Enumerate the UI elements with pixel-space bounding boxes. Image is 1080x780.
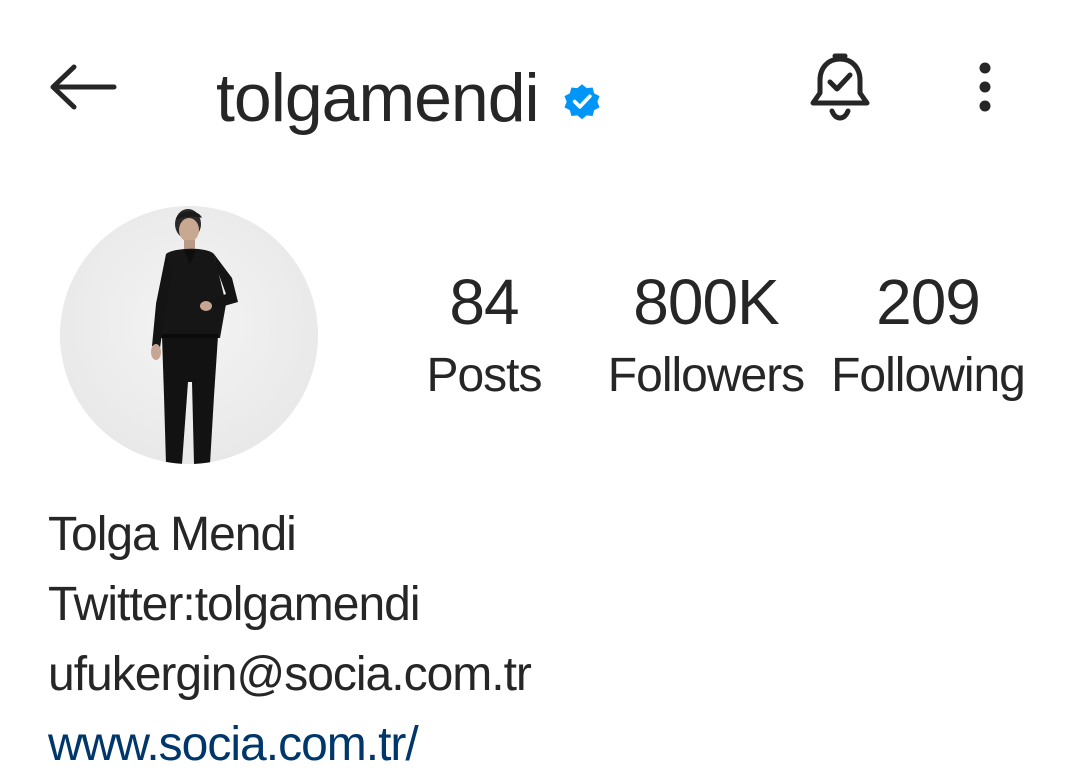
username-heading: tolgamendi — [216, 50, 603, 146]
following-count: 209 — [876, 266, 981, 338]
stat-followers[interactable]: 800K Followers — [600, 262, 812, 412]
profile-avatar[interactable] — [60, 206, 318, 464]
more-vertical-icon — [979, 62, 991, 112]
posts-label: Posts — [426, 349, 542, 402]
bio-email: ufukergin@socia.com.tr — [48, 648, 532, 701]
bio-full-name: Tolga Mendi — [48, 508, 297, 561]
profile-stats: 84 Posts 800K Followers 209 Following — [400, 262, 1060, 412]
bell-check-icon — [810, 53, 870, 121]
profile-photo — [151, 209, 238, 464]
stat-following[interactable]: 209 Following — [824, 262, 1032, 412]
arrow-left-icon — [50, 64, 117, 110]
profile-bio: Tolga Mendi Twitter:tolgamendi ufukergin… — [48, 500, 1048, 780]
verified-badge-icon — [564, 84, 600, 120]
username: tolgamendi — [216, 60, 540, 136]
more-options-button[interactable] — [960, 52, 1010, 122]
followers-label: Followers — [607, 349, 805, 402]
followers-count: 800K — [633, 266, 779, 338]
back-button[interactable] — [40, 52, 126, 122]
bio-website-link[interactable]: www.socia.com.tr/ — [48, 710, 1048, 780]
notifications-button[interactable] — [800, 48, 880, 128]
bio-twitter: Twitter:tolgamendi — [48, 578, 421, 631]
stat-posts[interactable]: 84 Posts — [400, 262, 568, 412]
profile-header: tolgamendi — [0, 0, 1080, 180]
following-label: Following — [831, 349, 1026, 402]
posts-count: 84 — [449, 266, 519, 338]
